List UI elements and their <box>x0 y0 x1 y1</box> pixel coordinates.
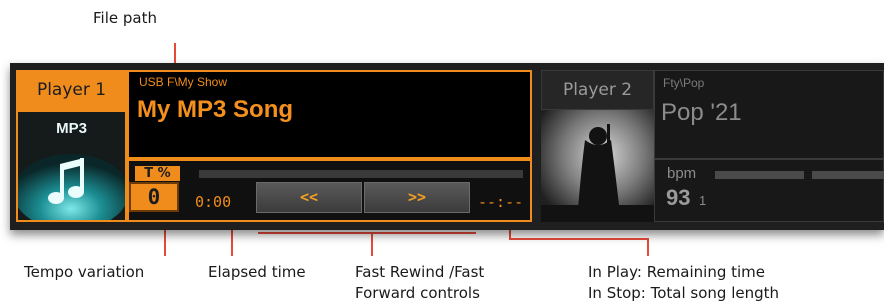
bpm-value: 93 <box>666 185 691 210</box>
player2-artwork <box>541 110 654 222</box>
singer-silhouette-artwork-icon <box>541 110 654 222</box>
callout-line-remaining-h <box>509 238 649 240</box>
callout-remaining-line1: In Play: Remaining time <box>588 263 766 281</box>
callout-line-remaining-v2 <box>647 238 649 256</box>
tempo-variation-field[interactable]: 0 <box>129 182 179 212</box>
tempo-label: T % <box>135 166 180 181</box>
player2-level-bar[interactable] <box>812 171 884 179</box>
callout-tempo-variation: Tempo variation <box>24 263 145 281</box>
player1-song-title: My MP3 Song <box>137 96 294 123</box>
elapsed-time: 0:00 <box>195 193 232 211</box>
bpm-label: bpm <box>667 165 697 182</box>
callout-fast-line2: Forward controls <box>355 284 480 302</box>
player2-progress-bar[interactable] <box>715 171 804 179</box>
callout-remaining-line2: In Stop: Total song length <box>588 284 780 302</box>
bpm-extra-value: 1 <box>699 193 707 208</box>
callout-elapsed-time: Elapsed time <box>208 263 306 281</box>
player1-tab[interactable]: Player 1 <box>16 70 127 110</box>
fast-rewind-button[interactable]: << <box>256 182 362 213</box>
player2-file-path: Fty\Pop <box>663 76 705 90</box>
player1-artwork: MP3 <box>16 110 127 222</box>
player2-song-info[interactable]: Fty\Pop Pop '21 <box>654 70 884 159</box>
callout-line-fast <box>371 232 373 256</box>
remaining-time: --:-- <box>478 193 524 211</box>
artwork-format-label: MP3 <box>56 120 87 137</box>
player1-file-path: USB F\My Show <box>139 75 228 89</box>
player1-progress-bar[interactable] <box>199 170 523 178</box>
player2-song-title: Pop '21 <box>661 99 742 126</box>
fast-forward-button[interactable]: >> <box>364 182 470 213</box>
callout-bracket-fast <box>258 232 476 234</box>
callout-fast-line1: Fast Rewind /Fast <box>355 263 485 281</box>
player2-tab[interactable]: Player 2 <box>541 70 654 110</box>
player1-song-info[interactable]: USB F\My Show My MP3 Song <box>127 70 532 159</box>
callout-file-path: File path <box>93 9 157 27</box>
